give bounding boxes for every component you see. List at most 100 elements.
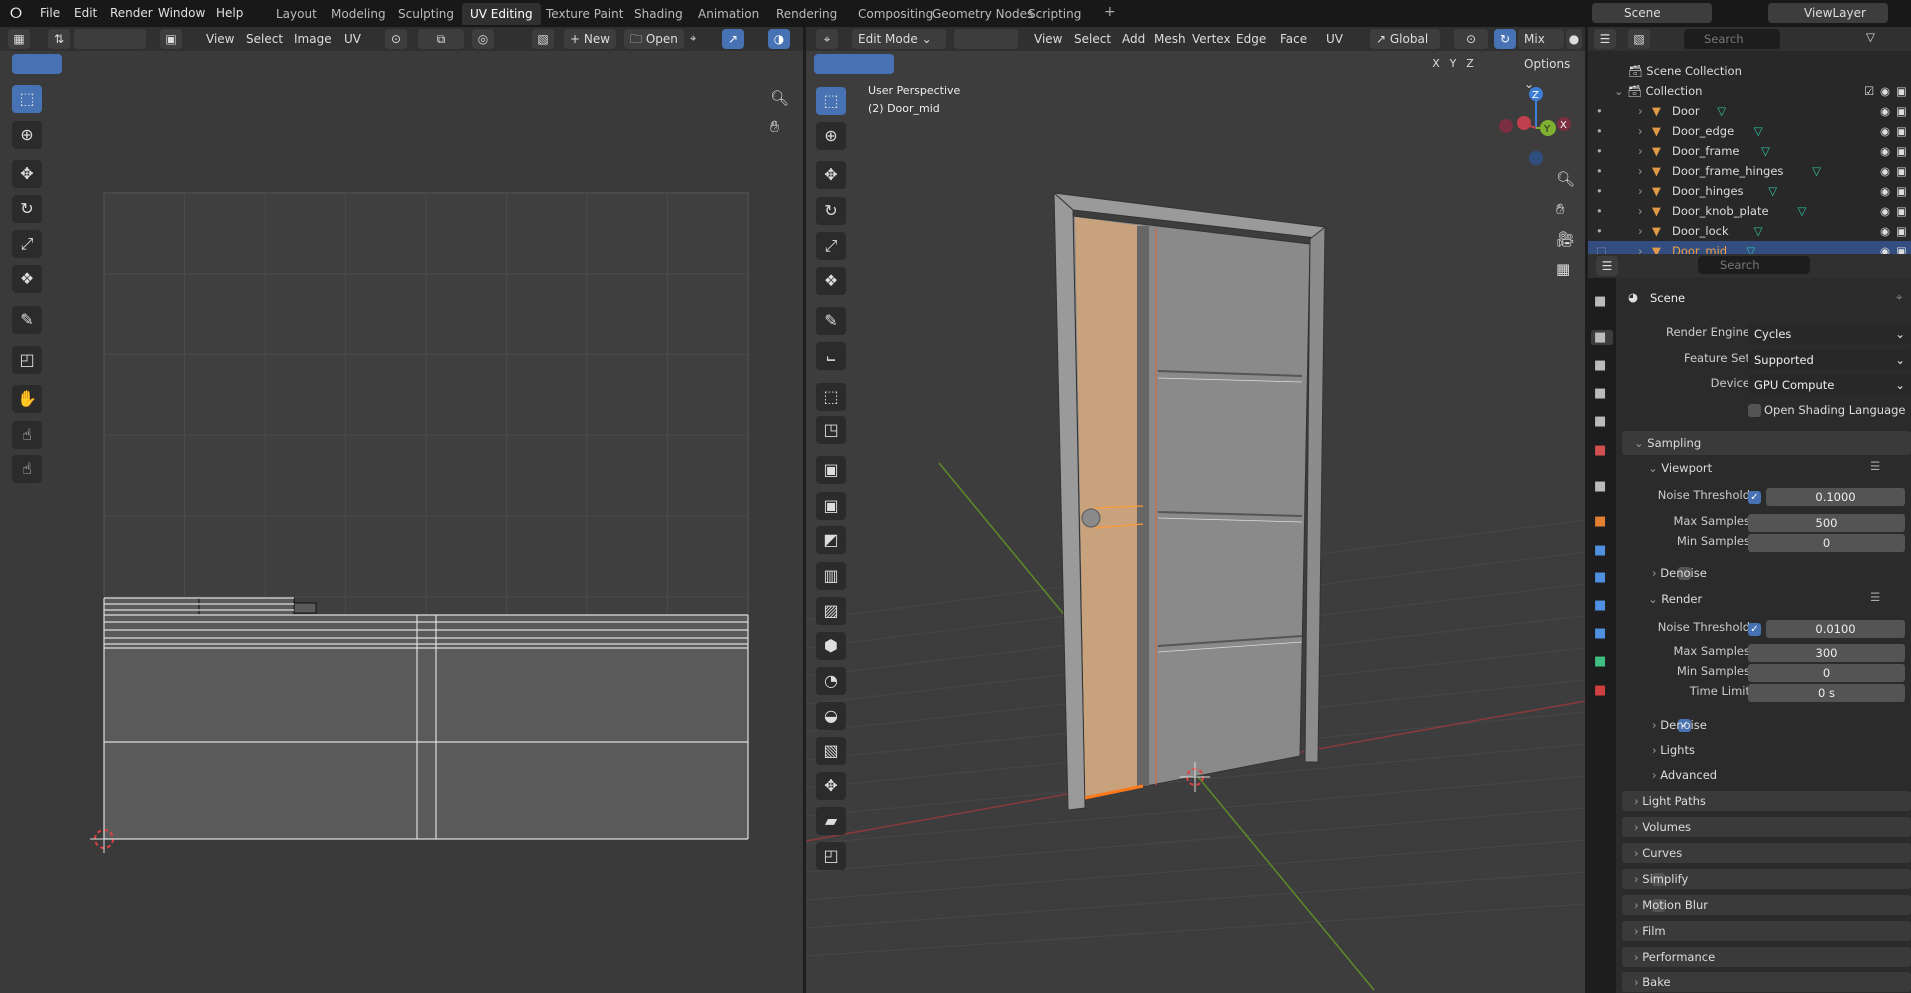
visibility-eye-icon[interactable]: ◉: [1880, 201, 1890, 221]
render-engine-dropdown[interactable]: Cycles ⌄: [1748, 324, 1911, 344]
tool-add-cube-icon[interactable]: ⬚: [816, 383, 846, 411]
viewport-subpanel[interactable]: ⌄ Viewport: [1648, 459, 1712, 477]
tab-sculpting[interactable]: Sculpting: [390, 3, 462, 25]
tool-shrink-icon[interactable]: ✥: [816, 772, 846, 800]
outliner-object-row[interactable]: • › ▼ Door_hinges ▽ ◉ ▣: [1588, 181, 1911, 201]
panel-performance[interactable]: › Performance: [1634, 948, 1715, 966]
tab-uv-editing[interactable]: UV Editing: [462, 3, 541, 25]
mirror-axis-z[interactable]: Z: [1462, 54, 1478, 74]
viewport-menu-add[interactable]: Add: [1116, 29, 1151, 49]
pin-icon[interactable]: ⌖: [1896, 290, 1902, 305]
viewport-menu-select[interactable]: Select: [1068, 29, 1117, 49]
outliner-object-row[interactable]: • › ▼ Door_frame_hinges ▽ ◉ ▣: [1588, 161, 1911, 181]
expand-icon[interactable]: ›: [1638, 101, 1643, 121]
outliner-collection[interactable]: ⌄ 🗃︎ Collection ☑ ◉ ▣: [1588, 81, 1911, 101]
panel-simplify[interactable]: › Simplify: [1634, 870, 1688, 888]
tool-annotate-icon[interactable]: ✎: [816, 307, 846, 335]
tab-modifiers-icon[interactable]: ■: [1594, 543, 1606, 558]
viewport-menu-vertex[interactable]: Vertex: [1186, 29, 1237, 49]
tab-layout[interactable]: Layout: [268, 3, 325, 25]
viewport-max-samples-field[interactable]: 500: [1748, 514, 1905, 532]
orientation-selector[interactable]: ↗ Global: [1370, 29, 1440, 49]
mirror-axis-x[interactable]: X: [1428, 54, 1444, 74]
tab-collection-icon[interactable]: ■: [1594, 479, 1606, 494]
visibility-eye-icon[interactable]: ◉: [1880, 181, 1890, 201]
render-camera-icon[interactable]: ▣: [1896, 141, 1907, 161]
tool-rip-region-icon[interactable]: ◰: [816, 842, 846, 870]
expand-icon[interactable]: ›: [1638, 221, 1643, 241]
tab-object-icon[interactable]: ■: [1594, 514, 1606, 529]
tab-rendering[interactable]: Rendering: [768, 3, 845, 25]
nav-pan-hand-icon[interactable]: ✋︎: [1556, 200, 1565, 218]
visibility-eye-icon[interactable]: ◉: [1880, 81, 1890, 101]
tool-move-icon[interactable]: ✥: [816, 161, 846, 189]
tool-smooth-icon[interactable]: ◒: [816, 702, 846, 730]
tab-view-layer-icon[interactable]: ■: [1594, 386, 1606, 401]
gizmo-x[interactable]: X: [1560, 120, 1567, 131]
outliner-object-row[interactable]: • › ▼ Door_frame ▽ ◉ ▣: [1588, 141, 1911, 161]
scene-selector[interactable]: Scene: [1592, 3, 1712, 23]
tool-transform-icon[interactable]: ❖: [816, 267, 846, 295]
render-camera-icon[interactable]: ▣: [1896, 201, 1907, 221]
nav-ortho-toggle-icon[interactable]: ▦: [1556, 260, 1570, 278]
snap-icon[interactable]: ↻: [1494, 29, 1516, 49]
tool-spin-icon[interactable]: ◔: [816, 667, 846, 695]
viewport-noise-threshold-field[interactable]: 0.1000: [1766, 488, 1905, 506]
editor-type-icon[interactable]: ☰: [1596, 256, 1618, 276]
mirror-axis-y[interactable]: Y: [1445, 54, 1461, 74]
object-name[interactable]: Door_lock: [1672, 221, 1729, 241]
tool-select-box-icon[interactable]: ⬚: [816, 87, 846, 115]
editor-type-icon[interactable]: ⌖: [816, 29, 838, 49]
options-button[interactable]: Options ⌄: [1518, 54, 1585, 91]
advanced-subpanel[interactable]: › Advanced: [1652, 766, 1717, 784]
gizmo-y[interactable]: Y: [1543, 124, 1551, 135]
render-noise-checkbox[interactable]: ✓: [1748, 623, 1761, 636]
tab-physics-icon[interactable]: ■: [1594, 598, 1606, 613]
expand-icon[interactable]: ›: [1638, 201, 1643, 221]
outliner-scene-collection[interactable]: 🗃︎ Scene Collection: [1588, 61, 1911, 81]
select-mode-buttons[interactable]: [954, 29, 1018, 49]
viewport-scene[interactable]: Z Y X: [806, 27, 1585, 993]
expand-icon[interactable]: ›: [1638, 181, 1643, 201]
tool-scale-icon[interactable]: ⤢: [816, 232, 846, 260]
tool-knife-icon[interactable]: ▨: [816, 597, 846, 625]
menu-render[interactable]: Render: [104, 4, 159, 23]
sampling-panel[interactable]: ⌄ Sampling: [1634, 434, 1701, 452]
render-camera-icon[interactable]: ▣: [1896, 101, 1907, 121]
tool-edge-slide-icon[interactable]: ▧: [816, 737, 846, 765]
filter-icon[interactable]: ▽: [1866, 30, 1875, 44]
panel-curves[interactable]: › Curves: [1634, 844, 1682, 862]
nav-camera-view-icon[interactable]: 🎥︎: [1556, 230, 1575, 248]
tab-modeling[interactable]: Modeling: [323, 3, 394, 25]
tool-bevel-icon[interactable]: ◩: [816, 526, 846, 554]
tab-tool-icon[interactable]: ■: [1594, 294, 1606, 309]
add-workspace-button[interactable]: +: [1104, 4, 1116, 20]
visibility-eye-icon[interactable]: ◉: [1880, 221, 1890, 241]
mode-selector[interactable]: Edit Mode ⌄: [852, 29, 946, 49]
panel-motion-blur[interactable]: › Motion Blur: [1634, 896, 1708, 914]
expand-icon[interactable]: ›: [1638, 141, 1643, 161]
tool-extrude-icon[interactable]: ◳: [816, 416, 846, 444]
uv-editor[interactable]: ▦ ⇅ ▣ View Select Image UV ⊙ ⧉ ◎ ▧ + New 🗀 …: [0, 27, 803, 993]
list-presets-icon[interactable]: ☰: [1870, 590, 1880, 604]
tab-output-icon[interactable]: ■: [1594, 358, 1606, 373]
viewport-menu-edge[interactable]: Edge: [1230, 29, 1272, 49]
properties-editor[interactable]: ☰ Search ■ ■ ■ ■ ■ ■ ■ ■ ■ ■ ■ ■ ■ ■ ◕ Scene ⌖ Render…: [1588, 254, 1911, 993]
outliner-object-row[interactable]: • › ▼ Door_lock ▽ ◉ ▣: [1588, 221, 1911, 241]
blender-logo-icon[interactable]: ⭘: [10, 4, 22, 22]
proportional-icon[interactable]: ●: [1566, 29, 1582, 49]
tab-particles-icon[interactable]: ■: [1594, 570, 1606, 585]
tab-constraints-icon[interactable]: ■: [1594, 626, 1606, 641]
tab-world-icon[interactable]: ■: [1594, 443, 1606, 458]
tab-animation[interactable]: Animation: [690, 3, 767, 25]
render-camera-icon[interactable]: ▣: [1896, 181, 1907, 201]
viewport-menu-view[interactable]: View: [1028, 29, 1068, 49]
lights-subpanel[interactable]: › Lights: [1652, 741, 1695, 759]
feature-set-dropdown[interactable]: Supported ⌄: [1748, 350, 1911, 370]
tool-inset-icon[interactable]: ▣: [816, 492, 846, 520]
pivot-icon[interactable]: ⊙: [1454, 29, 1488, 49]
tool-cursor-icon[interactable]: ⊕: [816, 122, 846, 150]
viewport-denoise[interactable]: › Denoise: [1652, 564, 1707, 582]
osl-checkbox[interactable]: [1748, 404, 1761, 417]
menu-edit[interactable]: Edit: [68, 4, 103, 23]
